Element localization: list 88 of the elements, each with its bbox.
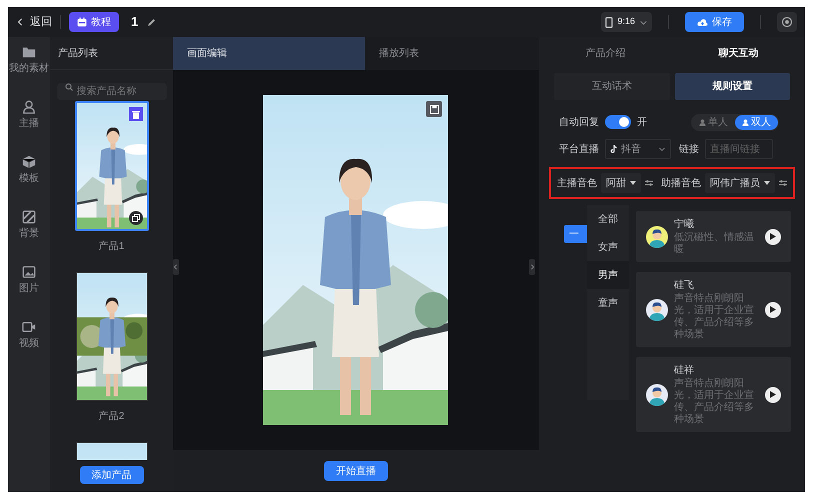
voice-card[interactable]: 宁曦 低沉磁性、情感温暖: [636, 211, 791, 262]
play-icon: [770, 233, 776, 240]
product-label: 产品1: [98, 240, 124, 254]
play-button[interactable]: [765, 302, 781, 318]
settings-tab[interactable]: 聊天互动: [672, 37, 805, 70]
floppy-icon: [430, 104, 439, 114]
striped-square-icon: [22, 210, 36, 224]
person-icon: [742, 118, 749, 126]
voice-description: 声音特点刚朗阳光，适用于企业宣传、产品介绍等多种场景: [674, 293, 755, 341]
voice-description: 声音特点刚朗阳光，适用于企业宣传、产品介绍等多种场景: [674, 378, 755, 426]
play-icon: [770, 391, 776, 398]
mode-option[interactable]: 双人: [735, 114, 778, 130]
delete-button[interactable]: [128, 107, 143, 121]
play-icon: [770, 306, 776, 313]
collapse-handle[interactable]: [529, 259, 535, 275]
voice-card[interactable]: 硅飞 声音特点刚朗阳光，适用于企业宣传、产品介绍等多种场景: [636, 272, 791, 347]
person-icon: [22, 100, 36, 114]
adjust-button[interactable]: [645, 179, 653, 187]
sliders-icon: [779, 179, 787, 187]
rail-item[interactable]: 模板: [19, 155, 40, 186]
mode-option[interactable]: 单人: [692, 114, 735, 130]
one-click-button[interactable]: 一: [564, 225, 587, 243]
add-product-button[interactable]: 添加产品: [80, 466, 144, 484]
voice-name: 硅祥: [674, 364, 695, 378]
save-button[interactable]: 保存: [685, 12, 744, 32]
chevron-icon: [173, 263, 178, 271]
auto-reply-toggle[interactable]: [605, 115, 631, 129]
search-icon: [64, 82, 73, 90]
editor-tab[interactable]: 画面编辑: [172, 37, 365, 70]
rail-item[interactable]: 图片: [19, 265, 40, 296]
voice-select[interactable]: 阿甜: [601, 173, 641, 193]
chevron-icon: [530, 263, 534, 271]
panel-title: 产品列表: [58, 46, 98, 60]
aspect-ratio-select[interactable]: 9:16: [601, 12, 652, 32]
menu-item[interactable]: 男声: [587, 261, 629, 289]
voice-description: 低沉磁性、情感温暖: [674, 232, 755, 256]
toggle-state: 开: [637, 116, 647, 130]
subtab[interactable]: 互动话术: [554, 73, 670, 100]
voice-name: 硅飞: [674, 278, 695, 292]
pencil-icon: [146, 16, 158, 28]
cube-icon: [22, 155, 36, 169]
play-button[interactable]: [765, 386, 781, 402]
field-label: 链接: [679, 142, 699, 156]
sliders-icon: [645, 179, 653, 187]
menu-item[interactable]: 女声: [587, 233, 629, 261]
music-note-icon: [610, 145, 617, 153]
menu-item[interactable]: 童声: [587, 289, 629, 317]
chevron-down-icon: [658, 145, 666, 153]
trash-icon: [132, 110, 140, 118]
project-name: 1: [131, 13, 138, 32]
caret-down-icon: [630, 181, 636, 185]
cloud-upload-icon: [697, 18, 708, 26]
video-camera-icon: [22, 320, 36, 334]
field-label: 自动回复: [559, 116, 599, 130]
field-label: 助播音色: [661, 176, 701, 190]
rail-item[interactable]: 我的素材: [9, 45, 50, 76]
menu-item[interactable]: 全部: [587, 205, 629, 233]
field-label: 平台直播: [559, 142, 599, 156]
link-input[interactable]: 直播间链接: [705, 139, 773, 159]
save-image-button[interactable]: [426, 101, 442, 117]
voice-card[interactable]: 硅祥 声音特点刚朗阳光，适用于企业宣传、产品介绍等多种场景: [636, 357, 791, 432]
subtab[interactable]: 规则设置: [674, 73, 790, 100]
rail-item[interactable]: 视频: [19, 320, 40, 351]
rail-item[interactable]: 背景: [19, 210, 40, 241]
search-field[interactable]: 搜索产品名称: [56, 83, 167, 100]
copy-icon: [132, 214, 140, 222]
settings-icon: [781, 16, 793, 28]
tutorial-button[interactable]: 教程: [69, 12, 119, 32]
person-icon: [699, 118, 706, 126]
folder-icon: [22, 45, 36, 59]
settings-button[interactable]: [777, 12, 797, 32]
start-live-button[interactable]: 开始直播: [324, 461, 388, 481]
back-button[interactable]: 返回: [16, 14, 52, 30]
editor-tab[interactable]: 播放列表: [364, 37, 539, 70]
image-icon: [22, 265, 36, 279]
rail-item[interactable]: 主播: [19, 100, 40, 131]
voice-select[interactable]: 阿伟广播员: [705, 173, 775, 193]
phone-icon: [605, 16, 614, 28]
play-button[interactable]: [765, 228, 781, 244]
caret-down-icon: [764, 181, 770, 185]
field-label: 主播音色: [557, 176, 597, 190]
platform-select[interactable]: 抖音: [605, 139, 671, 159]
edit-button[interactable]: [146, 16, 158, 28]
product-label: 产品2: [98, 410, 124, 424]
adjust-button[interactable]: [779, 179, 787, 187]
calendar-icon: [77, 17, 87, 27]
voice-name: 宁曦: [674, 218, 695, 232]
settings-tab[interactable]: 产品介绍: [539, 37, 672, 70]
